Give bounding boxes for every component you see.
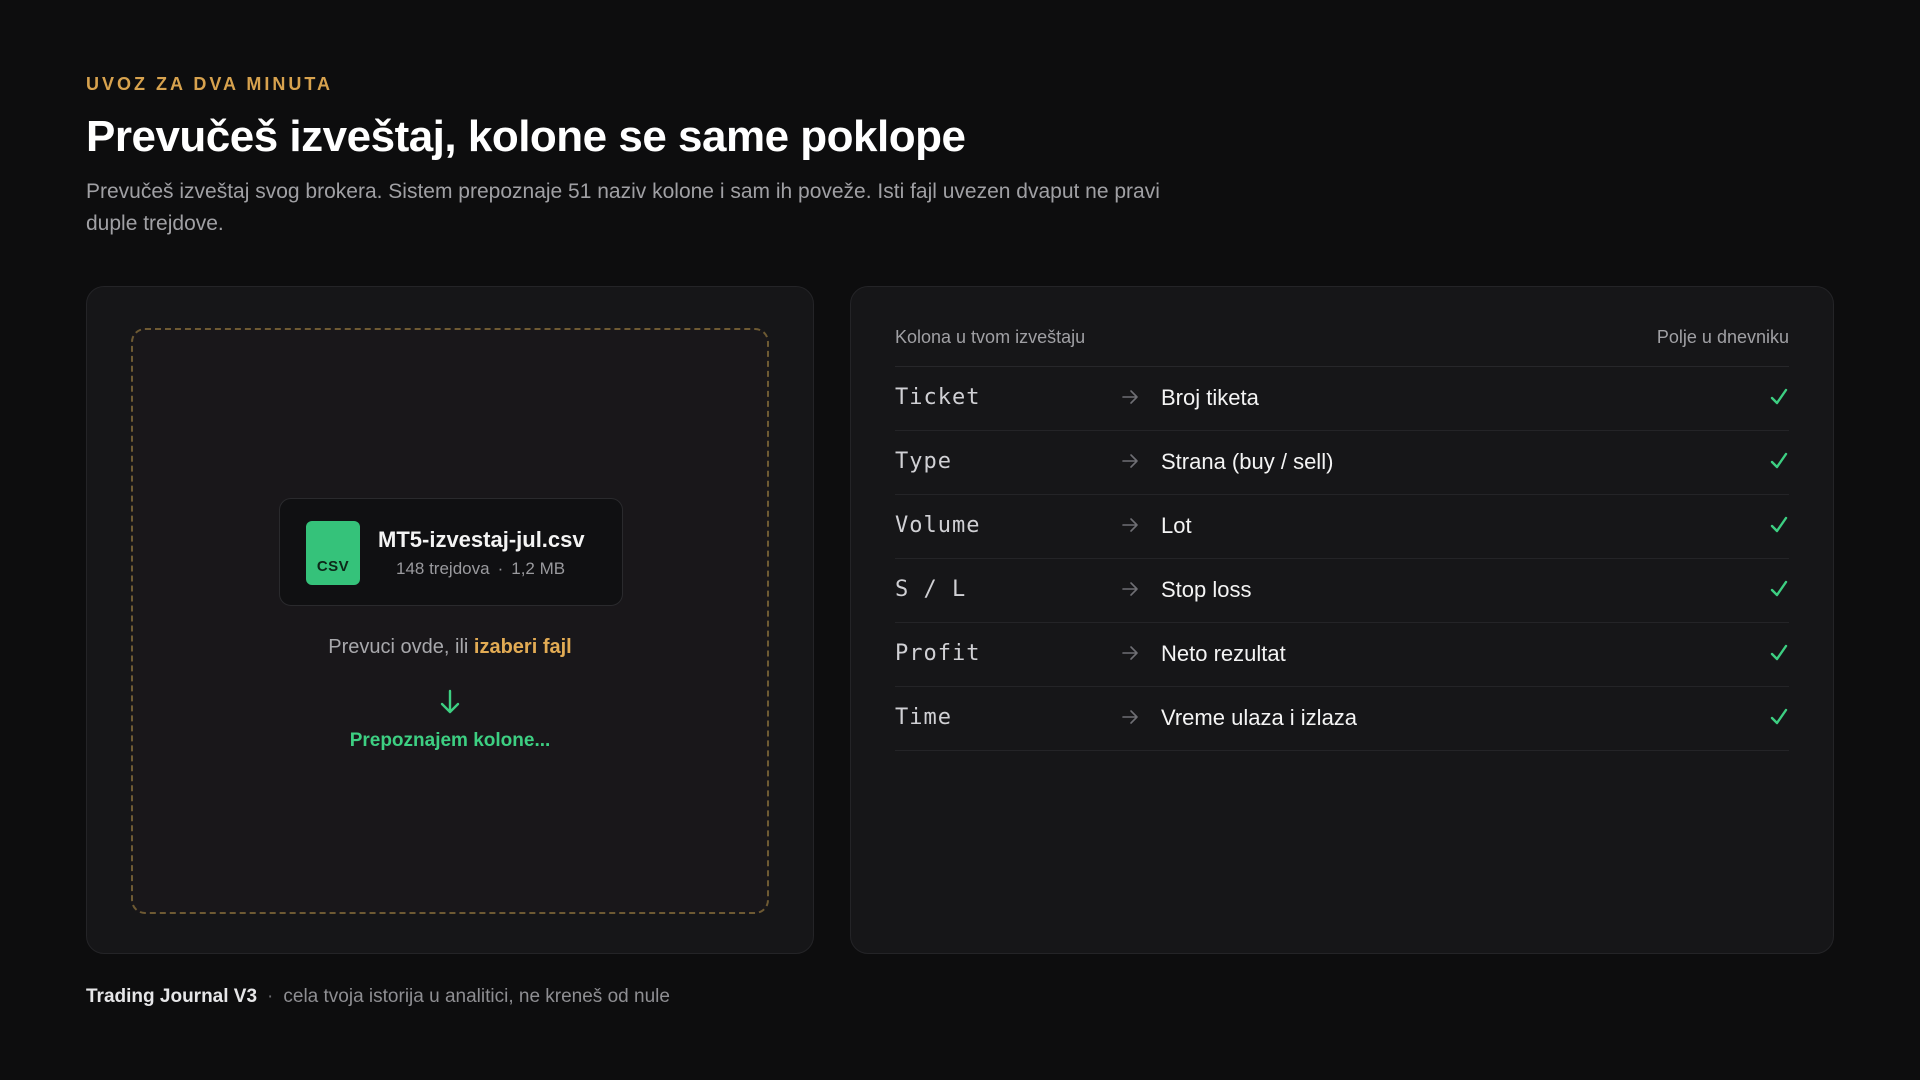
file-dropzone[interactable]: CSV MT5-izvestaj-jul.csv 148 trejdova · 1,… bbox=[131, 328, 769, 914]
file-meta-separator: · bbox=[497, 559, 504, 578]
check-icon bbox=[1770, 580, 1788, 597]
mapping-row: Type Strana (buy / sell) bbox=[895, 431, 1789, 495]
footer-tagline: cela tvoja istorija u analitici, ne kren… bbox=[283, 986, 670, 1007]
check-icon bbox=[1770, 644, 1788, 661]
target-field: Stop loss bbox=[1161, 577, 1252, 602]
mapping-header-source: Kolona u tvom izveštaju bbox=[895, 327, 1086, 347]
target-field: Vreme ulaza i izlaza bbox=[1161, 705, 1358, 730]
source-column: Profit bbox=[895, 641, 981, 666]
source-column: Ticket bbox=[895, 385, 981, 410]
mapping-row: Time Vreme ulaza i izlaza bbox=[895, 687, 1789, 751]
target-field: Broj tiketa bbox=[1161, 385, 1259, 410]
target-field: Neto rezultat bbox=[1161, 641, 1286, 666]
mapping-header: Kolona u tvom izveštaju Polje u dnevniku bbox=[895, 327, 1789, 367]
source-column: Volume bbox=[895, 513, 981, 538]
choose-file-link[interactable]: izaberi fajl bbox=[474, 636, 572, 658]
file-size: 1,2 MB bbox=[511, 559, 566, 578]
mapping-row: Volume Lot bbox=[895, 495, 1789, 559]
footer-separator: · bbox=[267, 986, 274, 1007]
mapping-card: Kolona u tvom izveštaju Polje u dnevniku… bbox=[850, 286, 1834, 954]
upload-card: CSV MT5-izvestaj-jul.csv 148 trejdova · 1,… bbox=[86, 286, 814, 954]
target-field: Strana (buy / sell) bbox=[1161, 449, 1334, 474]
file-name: MT5-izvestaj-jul.csv bbox=[378, 527, 585, 552]
arrow-down-icon bbox=[440, 689, 460, 714]
file-meta: 148 trejdova · 1,2 MB bbox=[396, 559, 565, 579]
footer: Trading Journal V3 · cela tvoja istorija u… bbox=[86, 986, 670, 1008]
check-icon bbox=[1770, 388, 1788, 405]
file-trade-count: 148 trejdova bbox=[396, 559, 490, 578]
csv-file-icon: CSV bbox=[306, 521, 360, 585]
uploaded-file-card: CSV MT5-izvestaj-jul.csv 148 trejdova · 1,… bbox=[279, 498, 623, 606]
mapping-row: Profit Neto rezultat bbox=[895, 623, 1789, 687]
drop-hint: Prevuci ovde, ili izaberi fajl bbox=[133, 636, 767, 659]
recognizing-status: Prepoznajem kolone... bbox=[349, 730, 551, 751]
page-subtitle: Prevučeš izveštaj svog brokera. Sistem p… bbox=[86, 180, 1160, 235]
arrow-right-icon bbox=[1122, 454, 1138, 468]
source-column: Time bbox=[895, 705, 952, 730]
arrow-right-icon bbox=[1122, 710, 1138, 724]
arrow-right-icon bbox=[1122, 582, 1138, 596]
check-icon bbox=[1770, 708, 1788, 725]
arrow-right-icon bbox=[1122, 390, 1138, 404]
arrow-right-icon bbox=[1122, 518, 1138, 532]
mapping-row: Ticket Broj tiketa bbox=[895, 367, 1789, 431]
drop-hint-text: Prevuci ovde, ili bbox=[328, 636, 474, 658]
mapping-row: S / L Stop loss bbox=[895, 559, 1789, 623]
check-icon bbox=[1770, 516, 1788, 533]
source-column: S / L bbox=[895, 577, 967, 602]
page-title: Prevučeš izveštaj, kolone se same poklop… bbox=[86, 112, 966, 161]
page: UVOZ ZA DVA MINUTA Prevučeš izveštaj, ko… bbox=[0, 0, 1920, 1080]
mapping-header-target: Polje u dnevniku bbox=[1656, 327, 1789, 347]
check-icon bbox=[1770, 452, 1788, 469]
source-column: Type bbox=[895, 449, 952, 474]
arrow-right-icon bbox=[1122, 646, 1138, 660]
csv-badge-label: CSV bbox=[316, 558, 350, 575]
section-eyebrow: UVOZ ZA DVA MINUTA bbox=[86, 74, 333, 94]
footer-brand: Trading Journal V3 bbox=[86, 986, 258, 1007]
target-field: Lot bbox=[1161, 513, 1192, 538]
